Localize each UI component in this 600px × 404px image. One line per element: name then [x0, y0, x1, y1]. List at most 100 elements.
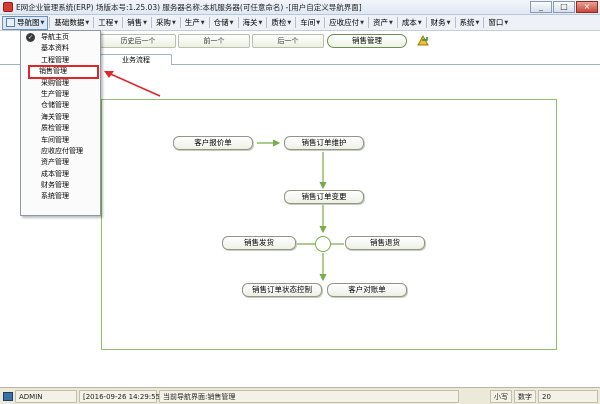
minimize-button[interactable]: _	[530, 1, 552, 13]
menu-separator	[150, 17, 152, 28]
menu-assets[interactable]: 资产 ▼	[370, 16, 396, 30]
menu-workshop[interactable]: 车间 ▼	[297, 16, 323, 30]
window-title: E网企业管理系统(ERP) 场版本号:1.25.03) 服务器名称:本机服务器(…	[16, 2, 362, 12]
flow-node-ship[interactable]: 销售发货	[222, 236, 296, 250]
menu-system[interactable]: 系统 ▼	[457, 16, 483, 30]
dropdown-item-basic-data[interactable]: 基本资料	[21, 43, 100, 54]
menu-separator	[237, 17, 239, 28]
flow-node-order-change[interactable]: 销售订单变更	[284, 190, 364, 204]
flow-node-status-control[interactable]: 销售订单状态控制	[242, 283, 322, 297]
dropdown-arrow-icon: ▼	[114, 19, 119, 26]
dropdown-arrow-icon: ▼	[360, 19, 364, 26]
dropdown-arrow-icon: ▼	[85, 19, 90, 26]
check-icon: ✓	[26, 33, 35, 42]
flow-node-return[interactable]: 销售退货	[345, 236, 425, 250]
menu-navigation[interactable]: 导航图 ▼	[2, 15, 49, 30]
next-button[interactable]: 后一个	[252, 34, 324, 48]
dropdown-item-label: 车间管理	[41, 135, 69, 144]
menu-customs[interactable]: 海关 ▼	[240, 16, 266, 30]
tab-business-flow[interactable]: 业务流程	[100, 54, 172, 65]
dropdown-arrow-icon: ▼	[200, 19, 205, 26]
dropdown-arrow-icon: ▼	[446, 19, 451, 26]
dropdown-item-sales[interactable]: 销售管理	[28, 65, 99, 79]
menu-separator	[93, 17, 95, 28]
menu-separator	[122, 17, 124, 28]
dropdown-item-label: 财务管理	[41, 181, 69, 190]
history-back-button[interactable]: 历史后一个	[100, 34, 176, 48]
dropdown-item-label: 销售管理	[39, 67, 67, 76]
menu-sales[interactable]: 销售 ▼	[124, 16, 150, 30]
menu-window[interactable]: 窗口 ▼	[485, 16, 511, 30]
refresh-icon[interactable]	[415, 33, 431, 48]
dropdown-item-label: 导航主页	[41, 33, 69, 41]
dropdown-arrow-icon: ▼	[475, 19, 480, 26]
maximize-button[interactable]: □	[553, 1, 575, 13]
menu-warehouse[interactable]: 仓储 ▼	[211, 16, 237, 30]
menu-finance[interactable]: 财务 ▼	[428, 16, 454, 30]
dropdown-item-label: 采购管理	[41, 78, 69, 87]
menu-label: 质检	[271, 17, 287, 27]
menu-separator	[49, 17, 51, 28]
annotation-arrowhead	[104, 71, 114, 78]
status-current-page: 当前导航界面:销售管理	[159, 389, 459, 403]
menu-basic-data[interactable]: 基础数据 ▼	[51, 16, 92, 30]
dropdown-arrow-icon: ▼	[504, 19, 509, 26]
status-caps: 小写	[490, 389, 512, 403]
dropdown-item-customs[interactable]: 海关管理	[21, 112, 100, 123]
menu-label: 海关	[242, 17, 258, 27]
menu-label: 基础数据	[54, 17, 85, 27]
menu-label: 车间	[300, 17, 316, 27]
menu-purchase[interactable]: 采购 ▼	[153, 16, 179, 30]
dropdown-arrow-icon: ▼	[287, 19, 292, 26]
dropdown-item-cost[interactable]: 成本管理	[21, 169, 100, 180]
dropdown-item-system[interactable]: 系统管理	[21, 191, 100, 202]
flow-node-reconcile[interactable]: 客户对账单	[327, 283, 407, 297]
dropdown-item-label: 基本资料	[41, 44, 69, 53]
dropdown-item-quality[interactable]: 质检管理	[21, 123, 100, 134]
dropdown-item-label: 质检管理	[41, 124, 69, 133]
prev-button[interactable]: 前一个	[178, 34, 250, 48]
dropdown-arrow-icon: ▼	[171, 19, 176, 26]
menu-separator	[295, 17, 297, 28]
dropdown-arrow-icon: ▼	[258, 19, 263, 26]
navigation-icon	[6, 18, 15, 27]
menu-production[interactable]: 生产 ▼	[182, 16, 208, 30]
menu-label: 销售	[127, 17, 143, 27]
dropdown-arrow-icon: ▼	[143, 19, 147, 26]
flow-node-order-maintain[interactable]: 销售订单维护	[284, 136, 364, 150]
dropdown-arrow-icon: ▼	[40, 19, 45, 26]
menu-bar: 导航图 ▼ 基础数据 ▼ 工程 ▼ 销售 ▼ 采购 ▼ 生产 ▼ 仓储 ▼ 海关 ▼ 质检 ▼ 车…	[0, 15, 600, 31]
menu-quality[interactable]: 质检 ▼	[268, 16, 294, 30]
menu-label: 系统	[459, 17, 475, 27]
dropdown-item-label: 系统管理	[41, 192, 69, 201]
flow-node-quote[interactable]: 客户报价单	[173, 136, 253, 150]
menu-separator	[367, 17, 369, 28]
close-button[interactable]: ×	[576, 1, 598, 13]
dropdown-item-finance[interactable]: 财务管理	[21, 180, 100, 191]
dropdown-item-assets[interactable]: 资产管理	[21, 157, 100, 168]
dropdown-item-label: 仓储管理	[41, 101, 69, 110]
menu-receivable-payable[interactable]: 应收应付 ▼	[326, 16, 367, 30]
flow-branch-node	[315, 236, 331, 252]
menu-label: 导航图	[17, 17, 40, 27]
dropdown-item-label: 成本管理	[41, 169, 69, 178]
menu-separator	[179, 17, 181, 28]
dropdown-item-engineering[interactable]: 工程管理	[21, 55, 100, 66]
menu-label: 资产	[372, 17, 388, 27]
dropdown-item-home[interactable]: ✓ 导航主页	[21, 32, 100, 43]
menu-label: 应收应付	[329, 17, 360, 27]
menu-engineering[interactable]: 工程 ▼	[95, 16, 121, 30]
dropdown-item-receivable-payable[interactable]: 应收应付管理	[21, 146, 100, 157]
dropdown-item-workshop[interactable]: 车间管理	[21, 135, 100, 146]
menu-separator	[324, 17, 326, 28]
dropdown-arrow-icon: ▼	[229, 19, 234, 26]
menu-cost[interactable]: 成本 ▼	[399, 16, 425, 30]
menu-label: 仓储	[213, 17, 229, 27]
current-page-indicator: 销售管理	[327, 34, 407, 48]
dropdown-item-production[interactable]: 生产管理	[21, 89, 100, 100]
menu-label: 成本	[401, 17, 417, 27]
menu-label: 工程	[98, 17, 114, 27]
dropdown-item-purchase[interactable]: 采购管理	[21, 78, 100, 89]
dropdown-item-warehouse[interactable]: 仓储管理	[21, 100, 100, 111]
window-controls: _ □ ×	[530, 1, 598, 13]
